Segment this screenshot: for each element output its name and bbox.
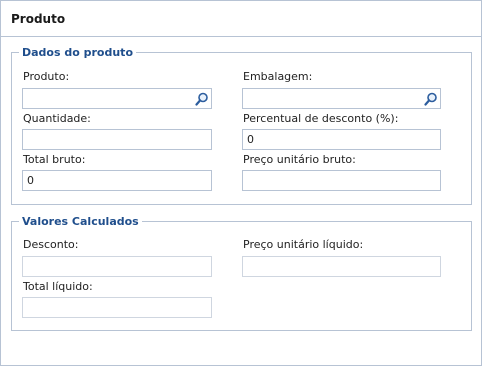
desconto-field [22, 256, 212, 277]
preco-unitario-bruto-label: Preço unitário bruto: [243, 153, 356, 166]
embalagem-label: Embalagem: [243, 70, 313, 83]
valores-calculados-legend: Valores Calculados [22, 215, 139, 228]
magnifier-icon [194, 92, 208, 106]
magnifier-icon [423, 92, 437, 106]
percentual-desconto-input[interactable]: 0 [242, 129, 441, 150]
total-bruto-label: Total bruto: [23, 153, 86, 166]
percentual-desconto-label: Percentual de desconto (%): [243, 112, 399, 125]
produto-window: Produto Dados do produto Produto: Embala… [0, 0, 482, 366]
quantidade-label: Quantidade: [23, 112, 91, 125]
total-bruto-input[interactable]: 0 [22, 170, 212, 191]
total-liquido-label: Total líquido: [23, 280, 93, 293]
preco-unitario-liquido-label: Preço unitário líquido: [243, 238, 364, 251]
total-liquido-field [22, 297, 212, 318]
quantidade-input[interactable] [22, 129, 212, 150]
preco-unitario-bruto-input[interactable] [242, 170, 441, 191]
preco-unitario-liquido-field [242, 256, 441, 277]
produto-label: Produto: [23, 70, 70, 83]
window-title: Produto [11, 12, 66, 26]
embalagem-lookup-button[interactable] [421, 89, 440, 108]
dados-produto-legend: Dados do produto [22, 46, 133, 59]
window-header: Produto [1, 1, 481, 37]
produto-input[interactable] [22, 88, 212, 109]
desconto-label: Desconto: [23, 238, 79, 251]
produto-lookup-button[interactable] [192, 89, 211, 108]
embalagem-input[interactable] [242, 88, 441, 109]
